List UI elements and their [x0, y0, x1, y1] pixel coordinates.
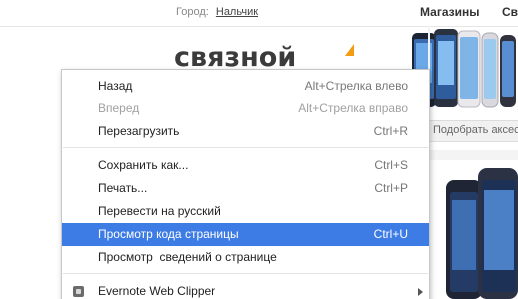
evernote-icon — [73, 286, 84, 297]
menu-item-translate[interactable]: Перевести на русский — [62, 200, 429, 223]
menu-item-shortcut: Ctrl+S — [374, 158, 408, 172]
menu-item-back[interactable]: Назад Alt+Стрелка влево — [62, 75, 429, 98]
city-selector: Город: Нальчик — [176, 6, 258, 18]
menu-item-forward[interactable]: Вперед Alt+Стрелка вправо — [62, 97, 429, 120]
brand-logo-text: связной — [174, 42, 297, 73]
accessory-search[interactable]: Подобрать аксессуары — [430, 120, 518, 142]
city-label: Город: — [176, 6, 209, 18]
top-bar: Город: Нальчик Магазины Св — [0, 0, 518, 27]
menu-item-view-source[interactable]: Просмотр кода страницы Ctrl+U — [62, 223, 429, 246]
page: Город: Нальчик Магазины Св связной Подоб… — [0, 0, 518, 299]
menu-item-shortcut: Alt+Стрелка влево — [304, 79, 408, 93]
menu-item-reload[interactable]: Перезагрузить Ctrl+R — [62, 120, 429, 143]
menu-item-label: Назад — [98, 79, 133, 93]
menu-item-print[interactable]: Печать... Ctrl+P — [62, 177, 429, 200]
menu-item-label: Перевести на русский — [98, 204, 221, 218]
menu-item-page-info[interactable]: Просмотр сведений о странице — [62, 246, 429, 269]
menu-item-label: Просмотр сведений о странице — [98, 250, 277, 264]
product-phones-image[interactable] — [432, 160, 518, 299]
menu-item-evernote[interactable]: Evernote Web Clipper — [62, 280, 429, 299]
accessory-search-placeholder: Подобрать аксессуары — [433, 124, 518, 136]
page-spacer — [430, 150, 518, 160]
menu-item-shortcut: Alt+Стрелка вправо — [298, 101, 408, 115]
menu-item-label: Просмотр кода страницы — [98, 227, 239, 241]
menu-item-label: Evernote Web Clipper — [98, 284, 216, 298]
menu-item-shortcut: Ctrl+U — [373, 227, 408, 241]
menu-item-shortcut: Ctrl+P — [374, 181, 408, 195]
menu-item-label: Сохранить как... — [98, 158, 189, 172]
brand-logo[interactable]: связной — [174, 42, 354, 73]
menu-item-shortcut: Ctrl+R — [373, 124, 408, 138]
nav-shops-link[interactable]: Магазины — [420, 5, 479, 19]
nav-next-link[interactable]: Св — [502, 5, 518, 19]
menu-item-save-as[interactable]: Сохранить как... Ctrl+S — [62, 154, 429, 177]
logo-accent-icon — [345, 44, 354, 56]
menu-item-label: Вперед — [98, 101, 140, 115]
city-link[interactable]: Нальчик — [216, 6, 258, 18]
browser-context-menu: Назад Alt+Стрелка влево Вперед Alt+Стрел… — [61, 69, 430, 299]
menu-separator — [63, 273, 428, 274]
menu-item-label: Перезагрузить — [98, 124, 180, 138]
menu-item-label: Печать... — [98, 181, 148, 195]
submenu-arrow-icon — [418, 288, 423, 296]
product-phones-illustration — [446, 168, 518, 299]
menu-separator — [63, 147, 428, 148]
